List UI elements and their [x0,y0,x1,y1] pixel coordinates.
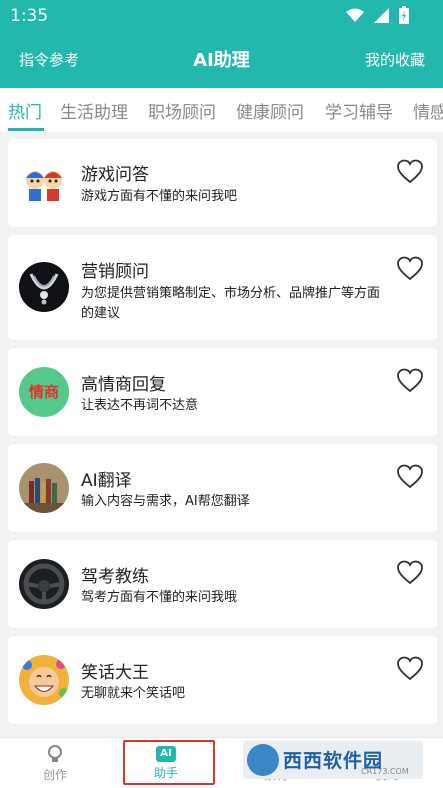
nav-create[interactable]: 创作 [25,744,85,783]
assistant-card[interactable]: 笑话大王 无聊就来个笑话吧 [8,636,437,724]
watermark: 西西软件园 CR173.COM [243,741,423,779]
wifi-icon [346,8,364,22]
watermark-logo-icon [247,744,279,776]
assistant-card[interactable]: 情商 高情商回复 让表达不再词不达意 [8,348,437,436]
assistant-desc: 为您提供营销策略制定、市场分析、品牌推广等方面的建议 [81,286,381,321]
status-bar: 1:35 [0,0,443,32]
assistant-name: 营销顾问 [81,262,149,282]
assistant-desc: 游戏方面有不懂的来问我吧 [81,189,238,204]
assistant-card[interactable]: 营销顾问 为您提供营销策略制定、市场分析、品牌推广等方面的建议 [8,235,437,340]
assistant-name: 笑话大王 [81,663,149,683]
assistant-card[interactable]: 驾考教练 驾考方面有不懂的来问我哦 [8,540,437,628]
avatar-badge-text: 情商 [28,383,59,401]
assistant-name: 驾考教练 [81,567,149,587]
heart-icon[interactable] [397,368,423,394]
laughing-man-avatar [19,655,69,705]
books-avatar [19,463,69,513]
assistant-card[interactable]: AI翻译 输入内容与需求，AI帮您翻译 [8,444,437,532]
status-icons [346,6,409,24]
highlight-box [123,740,215,785]
tab-health-advisor[interactable]: 健康顾问 [236,98,304,123]
tab-indicator [8,128,44,131]
assistant-desc: 让表达不再词不达意 [81,398,199,413]
cartoon-kids-avatar [19,158,69,208]
bulb-icon [48,745,62,762]
steering-wheel-avatar [19,559,69,609]
assistant-name: 游戏问答 [81,165,149,185]
assistant-desc: 无聊就来个笑话吧 [81,686,186,701]
category-tabs: 热门 生活助理 职场顾问 健康顾问 学习辅导 情感 [0,88,443,132]
heart-icon[interactable] [397,159,423,185]
signal-icon [374,7,389,23]
assistant-desc: 驾考方面有不懂的来问我哦 [81,590,238,605]
status-time: 1:35 [10,6,49,26]
tab-career-advisor[interactable]: 职场顾问 [148,98,216,123]
assistant-name: 高情商回复 [81,375,166,395]
battery-icon [399,6,409,24]
heart-icon[interactable] [397,464,423,490]
tab-life-assistant[interactable]: 生活助理 [60,98,128,123]
tab-emotion[interactable]: 情感 [413,98,443,123]
assistant-desc: 输入内容与需求，AI帮您翻译 [81,494,250,509]
watermark-sub: CR173.COM [361,767,409,776]
heart-icon[interactable] [397,256,423,282]
necklace-avatar [19,262,69,312]
heart-icon[interactable] [397,656,423,682]
app-bar: 指令参考 AI助理 我的收藏 [0,32,443,88]
nav-label: 创作 [42,768,67,782]
tab-study-tutor[interactable]: 学习辅导 [325,98,393,123]
assistant-card[interactable]: 游戏问答 游戏方面有不懂的来问我吧 [8,139,437,227]
text-badge-avatar: 情商 [19,367,69,417]
my-favorites-link[interactable]: 我的收藏 [365,49,425,70]
assistant-name: AI翻译 [81,471,132,491]
heart-icon[interactable] [397,560,423,586]
tab-hot[interactable]: 热门 [8,98,42,123]
